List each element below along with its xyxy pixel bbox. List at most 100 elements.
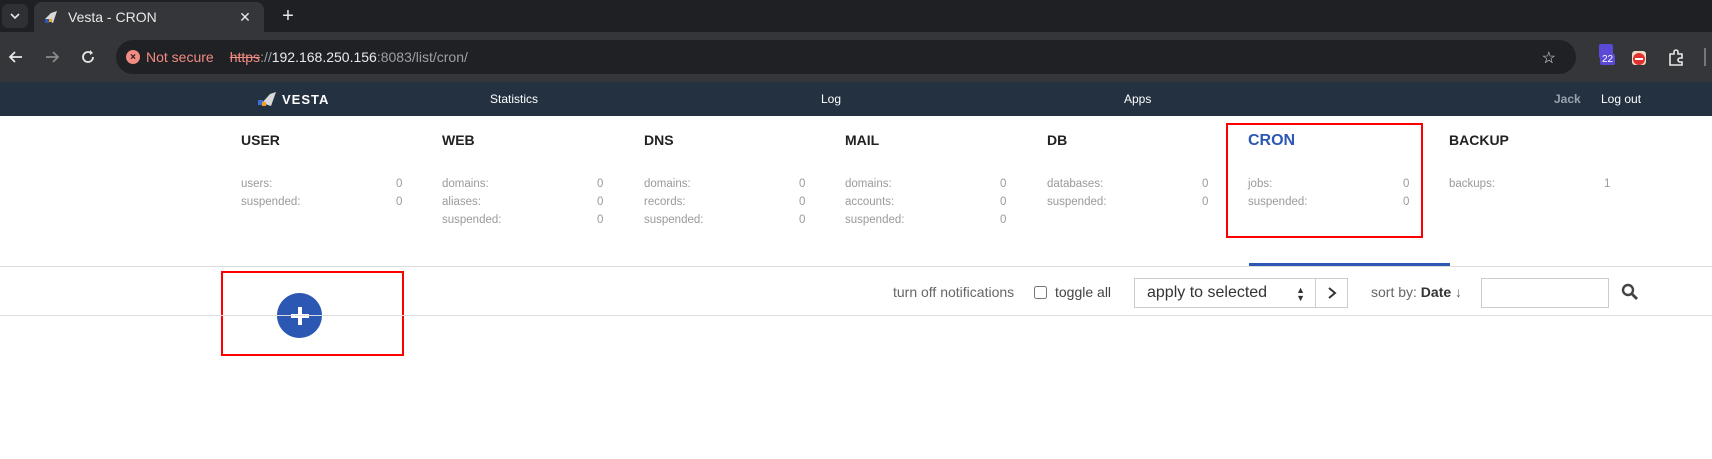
stat-value: 0 (1202, 196, 1209, 208)
extensions-puzzle-icon[interactable] (1665, 47, 1687, 69)
bookmark-star-icon[interactable]: ☆ (1542, 48, 1556, 68)
turn-off-notifications-link[interactable]: turn off notifications (893, 284, 1014, 300)
stat-row: suspended: 0 (1047, 196, 1222, 214)
nav-apps-link[interactable]: Apps (1124, 92, 1151, 106)
toggle-all-control[interactable]: toggle all (1034, 284, 1111, 300)
extension-calendar-icon[interactable]: 22 (1596, 44, 1620, 68)
stat-title: USER (241, 132, 280, 148)
search-icon[interactable] (1619, 281, 1641, 303)
stat-label: suspended: (442, 214, 502, 226)
browser-toolbar: × Not secure https :// 192.168.250.156 :… (0, 32, 1712, 82)
stat-row: users: 0 (241, 178, 416, 196)
stat-row: accounts: 0 (845, 196, 1020, 214)
search-input[interactable] (1481, 278, 1609, 308)
tab-close-icon[interactable]: ✕ (236, 8, 254, 26)
sort-by-control[interactable]: sort by: Date ↓ (1371, 284, 1462, 300)
stat-value: 0 (1000, 178, 1007, 190)
stat-label: suspended: (845, 214, 905, 226)
stat-value: 0 (1202, 178, 1209, 190)
stat-mail[interactable]: MAIL domains: 0 accounts: 0 suspended: 0 (845, 132, 1020, 232)
address-bar[interactable]: × Not secure https :// 192.168.250.156 :… (116, 40, 1576, 74)
stat-row: domains: 0 (845, 178, 1020, 196)
stat-value: 0 (597, 178, 604, 190)
nav-user-link[interactable]: Jack (1554, 92, 1581, 106)
select-updown-icon: ▲ ▼ (1296, 285, 1305, 303)
url-scheme: https (229, 49, 261, 65)
stat-row: domains: 0 (644, 178, 819, 196)
stat-label: users: (241, 178, 273, 190)
stat-row: backups: 1 (1449, 178, 1624, 196)
stat-label: domains: (442, 178, 489, 190)
stat-row: records: 0 (644, 196, 819, 214)
stat-label: suspended: (644, 214, 704, 226)
stat-title: WEB (442, 132, 475, 148)
stat-row: suspended: 0 (442, 214, 617, 232)
nav-logout-link[interactable]: Log out (1601, 92, 1641, 106)
stat-dns[interactable]: DNS domains: 0 records: 0 suspended: 0 (644, 132, 819, 232)
extension-blocker-icon[interactable] (1628, 47, 1650, 69)
not-secure-label[interactable]: Not secure (146, 49, 214, 65)
stat-title: BACKUP (1449, 132, 1509, 148)
stat-value: 0 (799, 178, 806, 190)
stat-row: domains: 0 (442, 178, 617, 196)
stat-row: aliases: 0 (442, 196, 617, 214)
back-arrow-icon[interactable] (2, 43, 30, 71)
stat-value: 0 (1000, 214, 1007, 226)
url-host: 192.168.250.156 (271, 49, 377, 65)
apply-to-selected-select[interactable]: apply to selected ▲ ▼ (1134, 278, 1316, 308)
stat-label: domains: (644, 178, 691, 190)
tab-search-chevron-icon[interactable] (2, 4, 28, 28)
stat-value: 1 (1604, 178, 1611, 190)
apply-select-value: apply to selected (1147, 284, 1268, 301)
sort-arrow-icon: ↓ (1455, 284, 1463, 300)
divider (0, 266, 1712, 267)
stat-db[interactable]: DB databases: 0 suspended: 0 (1047, 132, 1222, 214)
nav-statistics-link[interactable]: Statistics (490, 92, 538, 106)
stat-label: suspended: (241, 196, 301, 208)
stat-web[interactable]: WEB domains: 0 aliases: 0 suspended: 0 (442, 132, 617, 232)
stat-value: 0 (396, 178, 403, 190)
stat-backup[interactable]: BACKUP backups: 1 (1449, 132, 1624, 196)
browser-tab[interactable]: Vesta - CRON ✕ (34, 2, 264, 32)
stat-label: accounts: (845, 196, 895, 208)
reload-icon[interactable] (74, 43, 102, 71)
vesta-favicon-icon (45, 11, 57, 23)
toolbar-divider (1704, 48, 1706, 66)
stat-value: 0 (799, 214, 806, 226)
tab-title: Vesta - CRON (68, 9, 157, 25)
vesta-top-nav: VESTA Statistics Log Apps Jack Log out (0, 82, 1712, 116)
sort-by-value: Date (1420, 284, 1452, 300)
new-tab-button[interactable]: + (276, 4, 300, 28)
stat-value: 0 (396, 196, 403, 208)
stat-value: 0 (1000, 196, 1007, 208)
stat-label: records: (644, 196, 686, 208)
browser-tab-strip: Vesta - CRON ✕ + (0, 0, 1712, 32)
apply-go-button[interactable] (1315, 278, 1348, 308)
url-path: :8083/list/cron/ (376, 49, 468, 65)
stat-value: 0 (597, 214, 604, 226)
extension-badge-count: 22 (1600, 54, 1616, 65)
stat-label: aliases: (442, 196, 481, 208)
vesta-logo[interactable]: VESTA (256, 91, 329, 107)
stat-title: DNS (644, 132, 674, 148)
vesta-logo-icon (258, 92, 276, 106)
nav-log-link[interactable]: Log (821, 92, 841, 106)
toggle-all-checkbox[interactable] (1034, 285, 1047, 299)
chevron-right-icon (1327, 287, 1337, 299)
stat-title: DB (1047, 132, 1068, 148)
forward-arrow-icon[interactable] (38, 43, 66, 71)
stat-value: 0 (799, 196, 806, 208)
stat-label: domains: (845, 178, 892, 190)
url-separator: :// (260, 49, 272, 65)
divider (0, 315, 1712, 316)
cron-highlight-box (1226, 123, 1423, 238)
stat-title: MAIL (845, 132, 880, 148)
stat-user[interactable]: USER users: 0 suspended: 0 (241, 132, 416, 214)
vesta-logo-text: VESTA (282, 91, 330, 107)
stat-row: databases: 0 (1047, 178, 1222, 196)
not-secure-icon: × (126, 50, 140, 64)
stat-label: databases: (1047, 178, 1104, 190)
stat-row: suspended: 0 (241, 196, 416, 214)
stats-panel: USER users: 0 suspended: 0 WEB domains: 0 a… (0, 116, 1712, 266)
stat-row: suspended: 0 (644, 214, 819, 232)
